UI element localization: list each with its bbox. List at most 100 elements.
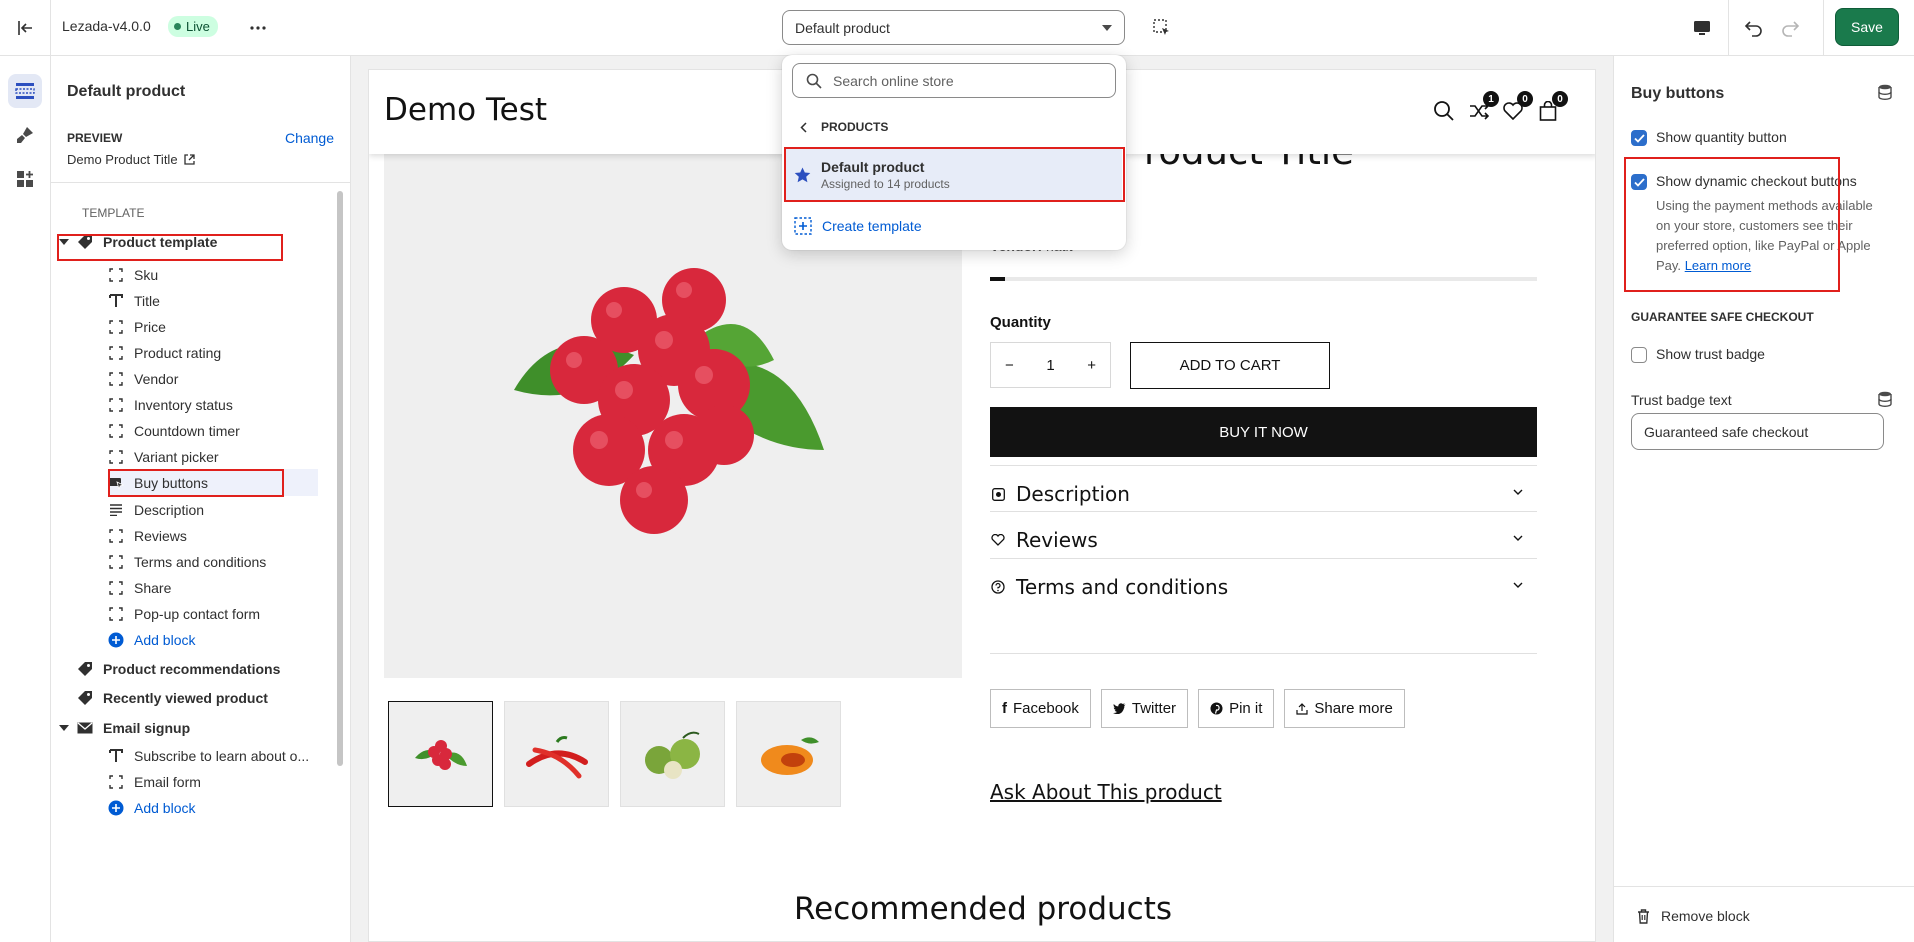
more-actions-button[interactable] (244, 14, 272, 42)
paragraph-icon (108, 502, 124, 518)
quantity-label: Quantity (990, 314, 1051, 331)
buy-it-now-button[interactable]: BUY IT NOW (990, 407, 1537, 457)
block-variant-picker[interactable]: Variant picker (108, 442, 318, 472)
share-twitter-button[interactable]: Twitter (1100, 689, 1189, 728)
pinterest-icon (1210, 702, 1223, 715)
store-cart-button[interactable]: 0 (1534, 91, 1568, 125)
trash-icon (1638, 908, 1649, 924)
divider (1728, 0, 1729, 56)
section-recently-viewed[interactable]: Recently viewed product (59, 683, 334, 713)
inspector-button[interactable] (1148, 14, 1176, 42)
email-icon (77, 720, 93, 736)
remove-block-label: Remove block (1661, 908, 1750, 924)
undo-button[interactable] (1740, 14, 1768, 42)
highlight-box (1624, 157, 1840, 292)
wishlist-count: 0 (1517, 91, 1533, 107)
share-more-button[interactable]: Share more (1284, 689, 1405, 728)
thumbnail-raspberries[interactable] (388, 701, 493, 807)
thumbnail-chili[interactable] (504, 701, 609, 807)
description-icon (990, 486, 1006, 502)
section-label: Product recommendations (103, 661, 281, 677)
quantity-plus-button[interactable]: + (1087, 357, 1096, 374)
quantity-minus-button[interactable]: − (1005, 357, 1014, 374)
thumbnail-limes[interactable] (620, 701, 725, 807)
caret-down-icon (59, 725, 69, 731)
add-to-cart-button[interactable]: ADD TO CART (1130, 342, 1330, 389)
section-product-recommendations[interactable]: Product recommendations (59, 654, 334, 684)
template-search-input[interactable]: Search online store (792, 63, 1116, 98)
template-popover: Search online store PRODUCTS Default pro… (782, 55, 1126, 250)
dynamic-source-icon[interactable] (1878, 84, 1892, 100)
exit-button[interactable] (0, 0, 51, 56)
block-label: Inventory status (134, 397, 233, 413)
block-label: Subscribe to learn about o... (134, 748, 310, 764)
highlight-box (108, 469, 284, 497)
plus-circle-icon (108, 800, 124, 816)
sidebar-title: Default product (67, 83, 186, 100)
share-pinterest-button[interactable]: Pin it (1198, 689, 1275, 728)
store-wishlist-button[interactable]: 0 (1499, 91, 1533, 125)
preview-product-link[interactable]: Demo Product Title (67, 152, 195, 167)
accordion-label: Description (1016, 482, 1130, 506)
template-select[interactable]: Default product (782, 10, 1125, 45)
redo-button[interactable] (1776, 14, 1804, 42)
show-quantity-checkbox[interactable]: Show quantity button (1631, 129, 1787, 146)
papaya-thumbnail-icon (760, 737, 819, 775)
share-label: Share more (1314, 700, 1393, 717)
block-icon (108, 319, 124, 335)
rail-theme-settings-button[interactable] (8, 118, 42, 152)
sections-icon (15, 83, 35, 99)
settings-title: Buy buttons (1631, 85, 1725, 102)
divider (1614, 886, 1914, 887)
ask-about-product-link[interactable]: Ask About This product (990, 780, 1222, 804)
remove-block-button[interactable]: Remove block (1637, 908, 1750, 924)
desktop-preview-button[interactable] (1688, 14, 1716, 42)
top-bar: Lezada-v4.0.0 Live Default product Save (0, 0, 1914, 56)
block-label: Share (134, 580, 172, 596)
section-label: Email signup (103, 720, 191, 736)
accordion-label: Reviews (1016, 528, 1098, 552)
share-facebook-button[interactable]: f Facebook (990, 689, 1091, 728)
block-label: Description (134, 502, 205, 518)
text-icon (108, 293, 124, 309)
quantity-value[interactable]: 1 (1046, 357, 1054, 374)
store-logo-title[interactable]: Demo Test (384, 92, 547, 128)
add-block-button[interactable]: Add block (108, 625, 318, 655)
search-icon (1434, 101, 1454, 121)
store-compare-button[interactable]: 1 (1465, 91, 1499, 125)
rail-sections-button[interactable] (8, 74, 42, 108)
checkbox-label: Show quantity button (1656, 129, 1787, 145)
share-icon (1296, 702, 1309, 715)
back-to-products-button[interactable]: PRODUCTS (800, 120, 888, 134)
trust-badge-text-field[interactable]: Guaranteed safe checkout (1631, 413, 1884, 450)
accordion-terms[interactable]: Terms and conditions (990, 558, 1537, 615)
chevron-left-icon (800, 121, 807, 133)
trust-badge-text-label: Trust badge text (1631, 392, 1732, 408)
undo-icon (1744, 21, 1762, 37)
block-icon (108, 580, 124, 596)
accordion-label: Terms and conditions (1016, 575, 1229, 599)
save-button[interactable]: Save (1835, 8, 1899, 46)
thumbnail-papaya[interactable] (736, 701, 841, 807)
section-email-signup[interactable]: Email signup (59, 713, 334, 743)
block-label: Email form (134, 774, 201, 790)
limes-thumbnail-icon (644, 731, 700, 779)
add-block-button[interactable]: Add block (108, 793, 318, 823)
product-thumbnails (388, 701, 841, 807)
block-icon (108, 345, 124, 361)
change-preview-link[interactable]: Change (285, 130, 334, 146)
create-template-button[interactable]: Create template (794, 217, 922, 235)
apps-icon (17, 171, 33, 187)
block-label: Reviews (134, 528, 187, 544)
sidebar-scrollbar[interactable] (337, 191, 343, 766)
back-label: PRODUCTS (821, 120, 889, 134)
paintbrush-icon (17, 127, 33, 143)
show-trust-badge-checkbox[interactable]: Show trust badge (1631, 346, 1765, 363)
template-select-value: Default product (795, 19, 890, 36)
store-search-button[interactable] (1430, 97, 1458, 125)
dynamic-source-icon[interactable] (1878, 391, 1892, 407)
share-label: Pin it (1229, 700, 1263, 717)
block-icon (108, 423, 124, 439)
rail-apps-button[interactable] (8, 162, 42, 196)
chevron-down-icon (1513, 582, 1523, 588)
